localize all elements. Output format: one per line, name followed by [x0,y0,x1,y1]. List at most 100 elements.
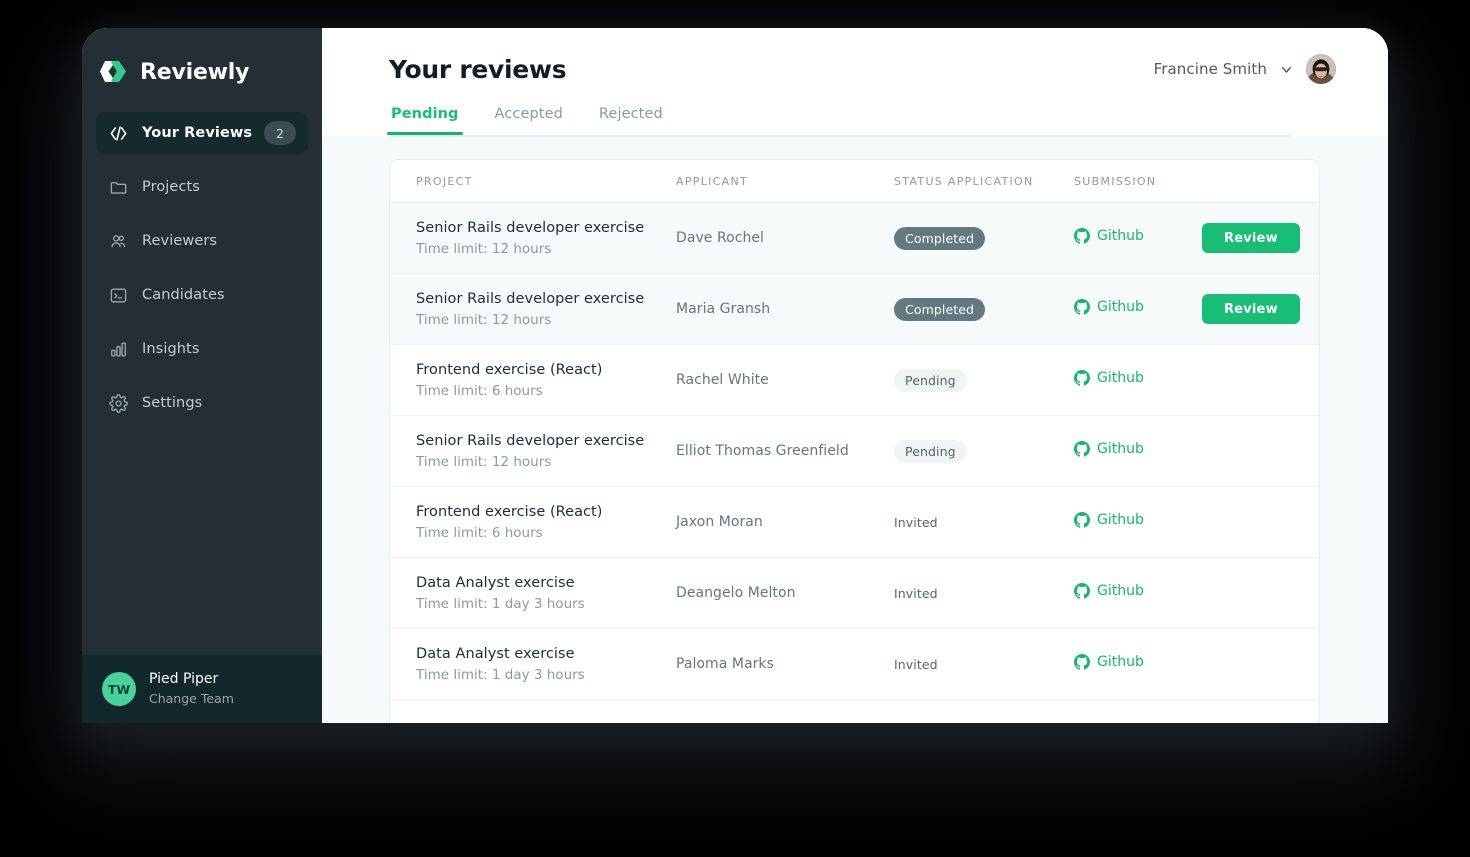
cell-project: Senior Rails developer exercise Time limi… [390,433,672,470]
table-row[interactable]: Frontend exercise (React) Time limit: 6 h… [390,487,1319,558]
table-row[interactable]: Frontend exercise (React) Time limit: 6 h… [390,345,1319,416]
sidebar-item-reviewers[interactable]: Reviewers [96,220,308,262]
cell-applicant: Elliot Thomas Greenfield [676,443,849,459]
github-icon [1074,370,1090,386]
cell-project: Frontend exercise (React) Time limit: 6 h… [390,504,672,541]
table-row[interactable]: Data Analyst exercise Time limit: 1 day 3… [390,558,1319,629]
column-header-applicant: APPLICANT [676,174,749,188]
review-button[interactable]: Review [1202,223,1300,253]
sidebar-item-projects[interactable]: Projects [96,166,308,208]
tab-pending[interactable]: Pending [387,106,463,135]
github-icon [1074,654,1090,670]
brand-name: Reviewly [140,59,250,85]
sidebar: Reviewly Your Reviews 2 Projects Reviewe… [82,28,322,723]
folder-icon [108,177,128,197]
github-link[interactable]: Github [1074,228,1144,244]
project-time-limit: Time limit: 1 day 3 hours [416,666,585,683]
status-badge: Completed [894,297,986,321]
page-title: Your reviews [389,54,567,84]
team-text: Pied Piper Change Team [149,671,234,706]
github-label: Github [1097,441,1144,457]
github-link[interactable]: Github [1074,583,1144,599]
bar-chart-icon [108,339,128,359]
sidebar-item-your-reviews[interactable]: Your Reviews 2 [96,112,308,154]
project-title: Frontend exercise (React) [416,361,603,378]
team-switcher[interactable]: TW Pied Piper Change Team [82,655,322,723]
sidebar-item-label: Reviewers [142,233,218,249]
sidebar-item-candidates[interactable]: Candidates [96,274,308,316]
review-button[interactable]: Review [1202,294,1300,324]
project-time-limit: Time limit: 12 hours [416,453,552,470]
github-link[interactable]: Github [1074,299,1144,315]
reviews-table: PROJECT APPLICANT STATUS APPLICATION SUB… [389,159,1320,723]
cell-action: Review [1198,294,1319,324]
terminal-icon [108,285,128,305]
github-label: Github [1097,512,1144,528]
table-row[interactable]: Senior Rails developer exercise Time limi… [390,416,1319,487]
team-avatar: TW [102,672,136,706]
cell-status: Pending [890,439,1070,463]
cell-submission: Github [1070,441,1198,461]
column-header-project: PROJECT [416,174,473,188]
cell-applicant: Paloma Marks [676,656,774,672]
users-icon [108,231,128,251]
cell-project: Frontend exercise (React) Time limit: 6 h… [390,362,672,399]
tab-rejected[interactable]: Rejected [597,106,665,135]
table-row[interactable]: Data Analyst exercise Time limit: 1 day 3… [390,629,1319,700]
change-team-link[interactable]: Change Team [149,691,234,707]
status-badge: Invited [894,656,938,672]
github-link[interactable]: Github [1074,370,1144,386]
reviewly-chevron-logo-icon [100,59,130,85]
project-title: Senior Rails developer exercise [416,219,645,236]
cell-project: Data Analyst exercise Time limit: 1 day 3… [390,646,672,683]
avatar[interactable] [1306,54,1336,84]
user-menu[interactable]: Francine Smith [1154,54,1336,84]
sidebar-item-label: Settings [142,395,203,411]
table-row[interactable]: Senior Rails developer exercise [390,700,1319,723]
project-title: Senior Rails developer exercise [416,432,645,449]
cell-applicant: Rachel White [676,372,769,388]
cell-applicant: Dave Rochel [676,230,764,246]
team-name: Pied Piper [149,671,219,688]
sidebar-item-insights[interactable]: Insights [96,328,308,370]
github-icon [1074,512,1090,528]
cell-submission: Github [1070,228,1198,248]
project-time-limit: Time limit: 6 hours [416,524,543,541]
github-link[interactable]: Github [1074,512,1144,528]
github-label: Github [1097,654,1144,670]
project-title: Senior Rails developer exercise [416,290,645,307]
main-area: Your reviews Francine Smith Pending Acce… [322,28,1388,723]
github-link[interactable]: Github [1074,654,1144,670]
table-row[interactable]: Senior Rails developer exercise Time limi… [390,274,1319,345]
cell-status: Invited [890,582,1070,605]
content-area: PROJECT APPLICANT STATUS APPLICATION SUB… [322,137,1388,723]
cell-applicant: Deangelo Melton [676,585,796,601]
cell-submission: Github [1070,583,1198,603]
sidebar-item-settings[interactable]: Settings [96,382,308,424]
column-header-submission: SUBMISSION [1074,174,1157,188]
gear-icon [108,393,128,413]
brand[interactable]: Reviewly [82,28,322,94]
project-time-limit: Time limit: 1 day 3 hours [416,595,585,612]
table-row[interactable]: Senior Rails developer exercise Time limi… [390,203,1319,274]
topbar: Your reviews Francine Smith Pending Acce… [322,28,1388,137]
topbar-row: Your reviews Francine Smith [389,54,1336,84]
tab-label: Accepted [494,106,563,122]
github-link[interactable]: Github [1074,441,1144,457]
cell-action: Review [1198,223,1319,253]
tab-label: Rejected [598,106,663,122]
github-label: Github [1097,228,1144,244]
cell-submission: Github [1070,299,1198,319]
chevron-down-icon [1279,62,1294,77]
github-label: Github [1097,370,1144,386]
status-badge: Invited [894,585,938,601]
project-title: Data Analyst exercise [416,645,575,662]
user-name: Francine Smith [1153,60,1267,78]
tab-accepted[interactable]: Accepted [493,106,565,135]
sidebar-nav: Your Reviews 2 Projects Reviewers Candid… [82,112,322,426]
cell-status: Pending [890,368,1070,392]
sidebar-badge-count: 2 [264,121,296,145]
project-title: Frontend exercise (React) [416,503,603,520]
